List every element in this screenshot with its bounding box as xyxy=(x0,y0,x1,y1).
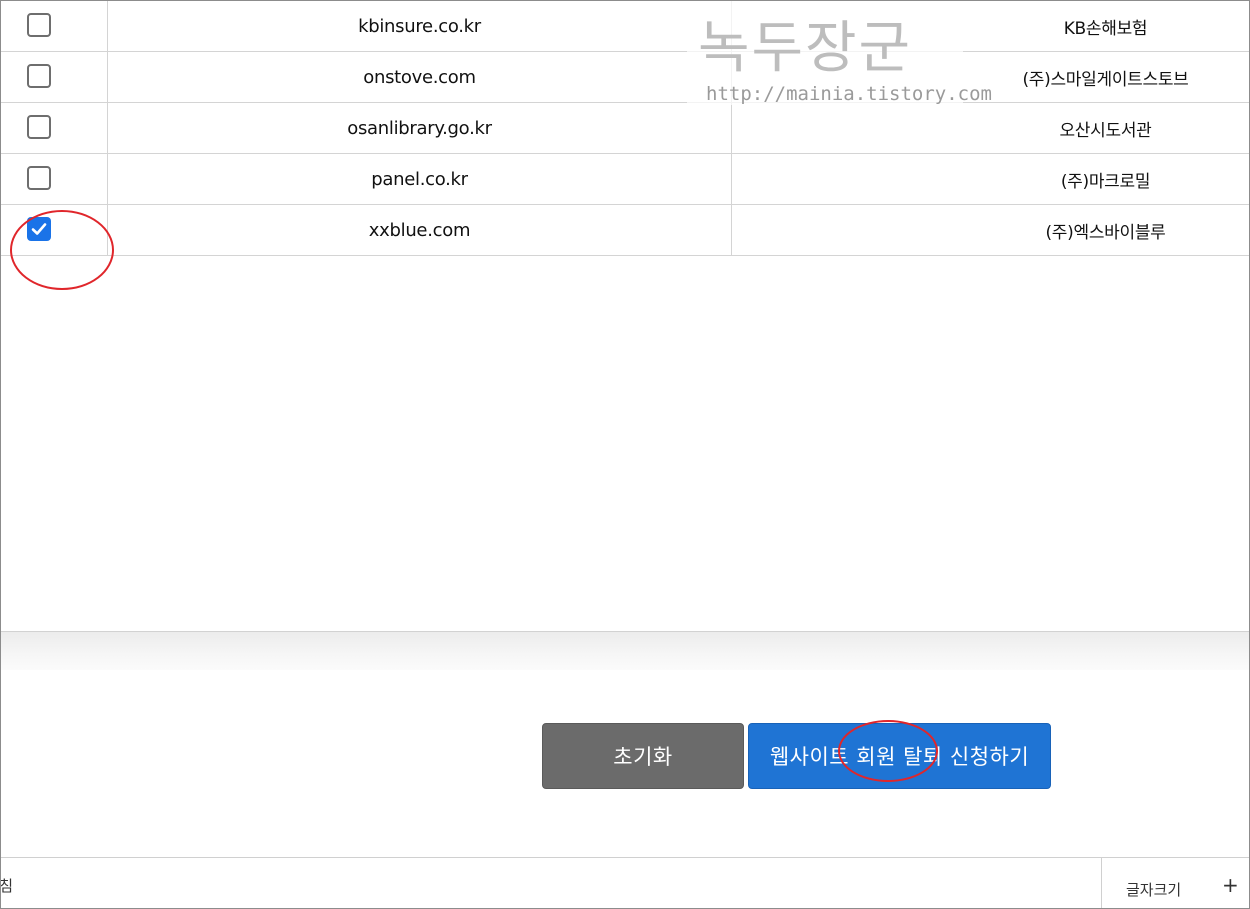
domain-cell: onstove.com xyxy=(108,52,732,102)
company-cell: 오산시도서관 xyxy=(1059,120,1152,141)
checkbox-cell xyxy=(1,205,108,255)
table-row: panel.co.kr (주)마크로밀 xyxy=(1,154,1249,205)
withdrawal-panel: kbinsure.co.kr KB손해보험 onstove.com (주)스마일… xyxy=(0,0,1250,909)
toolbar-divider xyxy=(1101,858,1102,908)
row-checkbox[interactable] xyxy=(27,13,51,37)
company-cell: (주)엑스바이블루 xyxy=(1045,222,1166,243)
bottom-toolbar: 침 글자크기 + xyxy=(1,857,1249,908)
domain-cell: osanlibrary.go.kr xyxy=(108,103,732,153)
list-scroll-edge xyxy=(1,631,1249,670)
checkbox-cell xyxy=(1,103,108,153)
reset-button[interactable]: 초기화 xyxy=(542,723,744,789)
row-checkbox[interactable] xyxy=(27,64,51,88)
domain-cell: panel.co.kr xyxy=(108,154,732,204)
table-row: xxblue.com (주)엑스바이블루 xyxy=(1,205,1249,256)
bottom-left-text: 침 xyxy=(1,875,13,896)
withdraw-request-button[interactable]: 웹사이트 회원 탈퇴 신청하기 xyxy=(748,723,1051,789)
row-checkbox-checked[interactable] xyxy=(27,217,51,241)
table-row: osanlibrary.go.kr 오산시도서관 xyxy=(1,103,1249,154)
list-empty-area xyxy=(1,263,1249,631)
row-checkbox[interactable] xyxy=(27,115,51,139)
table-row: kbinsure.co.kr KB손해보험 xyxy=(1,1,1249,52)
domain-cell: xxblue.com xyxy=(108,205,732,255)
checkmark-icon xyxy=(31,223,47,235)
row-checkbox[interactable] xyxy=(27,166,51,190)
watermark-url: http://mainia.tistory.com xyxy=(706,83,992,105)
font-increase-button[interactable]: + xyxy=(1222,873,1239,897)
font-size-label: 글자크기 xyxy=(1126,881,1182,899)
watermark-title: 녹두장군 xyxy=(698,16,913,81)
domain-cell: kbinsure.co.kr xyxy=(108,1,732,51)
company-cell: (주)마크로밀 xyxy=(1060,171,1151,192)
checkbox-cell xyxy=(1,154,108,204)
website-list-table: kbinsure.co.kr KB손해보험 onstove.com (주)스마일… xyxy=(1,1,1249,256)
checkbox-cell xyxy=(1,1,108,51)
checkbox-cell xyxy=(1,52,108,102)
table-row: onstove.com (주)스마일게이트스토브 xyxy=(1,52,1249,103)
